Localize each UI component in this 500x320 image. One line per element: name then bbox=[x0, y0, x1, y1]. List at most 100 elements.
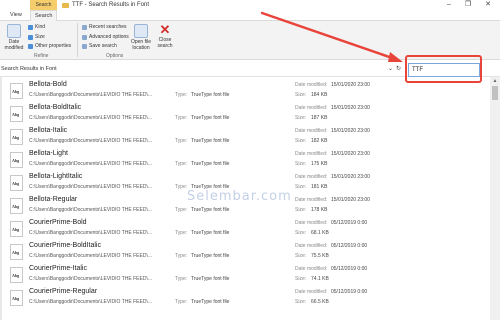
size-label: Size: bbox=[295, 161, 307, 167]
date-modified-label: Date modified: bbox=[295, 105, 328, 111]
date-modified-label: Date modified: bbox=[295, 128, 328, 134]
size-icon bbox=[28, 34, 33, 40]
advanced-options-button[interactable]: Advanced options bbox=[82, 34, 129, 40]
advanced-options-icon bbox=[82, 34, 87, 40]
scroll-up-icon[interactable]: ▲ bbox=[490, 77, 500, 85]
file-name[interactable]: Bellota-Light bbox=[29, 150, 68, 157]
file-size: 187 KB bbox=[311, 115, 328, 121]
file-name[interactable]: Bellota-Bold bbox=[29, 81, 67, 88]
file-size: 74.1 KB bbox=[311, 276, 329, 282]
size-label: Size: bbox=[295, 299, 307, 305]
other-properties-label: Other properties bbox=[35, 43, 72, 49]
file-path: C:\Users\Banggodir\Documents\LEVIDIO THE… bbox=[29, 276, 153, 282]
other-properties-icon bbox=[28, 43, 33, 49]
list-item[interactable]: CourierPrime-Bold C:\Users\Banggodir\Docu… bbox=[0, 218, 490, 240]
list-item[interactable]: Bellota-Bold C:\Users\Banggodir\Documents… bbox=[0, 80, 490, 102]
type-label: Type: bbox=[175, 207, 188, 213]
date-modified-label: Date modified: bbox=[295, 289, 328, 295]
list-item[interactable]: CourierPrime-Italic C:\Users\Banggodir\Do… bbox=[0, 264, 490, 286]
file-size: 175 KB bbox=[311, 161, 328, 167]
maximize-button[interactable]: ❐ bbox=[459, 0, 477, 10]
file-name[interactable]: Bellota-Italic bbox=[29, 127, 67, 134]
close-search-icon: ✕ bbox=[159, 22, 171, 37]
date-modified-label: Date modified: bbox=[295, 151, 328, 157]
file-size: 66.5 KB bbox=[311, 299, 329, 305]
title-bar: Search Tools TTF - Search Results in Fon… bbox=[0, 0, 500, 18]
file-type: TrueType font file bbox=[191, 230, 230, 236]
type-label: Type: bbox=[175, 253, 188, 259]
type-label: Type: bbox=[175, 276, 188, 282]
save-search-button[interactable]: Save search bbox=[82, 43, 117, 49]
file-name[interactable]: Bellota-Regular bbox=[29, 196, 77, 203]
file-date: 05/12/2019 0:00 bbox=[331, 243, 368, 249]
file-name[interactable]: CourierPrime-Italic bbox=[29, 265, 87, 272]
refresh-icon[interactable]: ↻ bbox=[396, 62, 401, 76]
file-name[interactable]: CourierPrime-Bold bbox=[29, 219, 87, 226]
font-file-icon bbox=[10, 129, 23, 145]
file-date: 15/01/2020 23:00 bbox=[331, 174, 370, 180]
size-label: Size: bbox=[295, 230, 307, 236]
save-search-label: Save search bbox=[89, 43, 117, 49]
file-type: TrueType font file bbox=[191, 207, 230, 213]
font-file-icon bbox=[10, 175, 23, 191]
kind-dropdown[interactable]: Kind bbox=[28, 24, 45, 30]
close-search-button[interactable]: ✕ Close search bbox=[153, 22, 177, 49]
font-file-icon bbox=[10, 267, 23, 283]
size-label: Size bbox=[35, 34, 45, 40]
list-item[interactable]: CourierPrime-BoldItalic C:\Users\Banggodi… bbox=[0, 241, 490, 263]
file-date: 05/12/2019 0:00 bbox=[331, 289, 368, 295]
file-date: 15/01/2020 23:00 bbox=[331, 105, 370, 111]
file-type: TrueType font file bbox=[191, 92, 230, 98]
file-name[interactable]: Bellota-BoldItalic bbox=[29, 104, 81, 111]
size-dropdown[interactable]: Size bbox=[28, 34, 45, 40]
file-size: 178 KB bbox=[311, 207, 328, 213]
options-group-label: Options bbox=[106, 53, 124, 59]
close-window-button[interactable]: ✕ bbox=[479, 0, 497, 10]
address-dropdown-icon[interactable]: ⌄ bbox=[388, 62, 393, 76]
file-type: TrueType font file bbox=[191, 115, 230, 121]
file-path: C:\Users\Banggodir\Documents\LEVIDIO THE… bbox=[29, 253, 153, 259]
address-path[interactable]: Search Results in Font bbox=[1, 62, 57, 76]
list-item[interactable]: Bellota-Italic C:\Users\Banggodir\Documen… bbox=[0, 126, 490, 148]
file-name[interactable]: CourierPrime-Regular bbox=[29, 288, 97, 295]
open-file-location-button[interactable]: Open file location bbox=[129, 24, 153, 51]
file-path: C:\Users\Banggodir\Documents\LEVIDIO THE… bbox=[29, 207, 153, 213]
open-file-location-label: Open file location bbox=[130, 39, 151, 51]
list-item[interactable]: CourierPrime-Regular C:\Users\Banggodir\D… bbox=[0, 287, 490, 309]
date-modified-label: Date modified: bbox=[295, 243, 328, 249]
size-label: Size: bbox=[295, 138, 307, 144]
search-tools-tab[interactable]: Search Tools bbox=[30, 0, 57, 18]
file-date: 15/01/2020 23:00 bbox=[331, 128, 370, 134]
watermark: Selembar.com bbox=[187, 189, 292, 204]
minimize-button[interactable]: – bbox=[440, 0, 458, 10]
vertical-scrollbar[interactable]: ▲ bbox=[490, 77, 500, 320]
file-type: TrueType font file bbox=[191, 276, 230, 282]
file-date: 05/12/2019 0:00 bbox=[331, 266, 368, 272]
file-type: TrueType font file bbox=[191, 253, 230, 259]
ribbon-tabs: View Search bbox=[0, 10, 500, 21]
type-label: Type: bbox=[175, 92, 188, 98]
type-label: Type: bbox=[175, 299, 188, 305]
file-path: C:\Users\Banggodir\Documents\LEVIDIO THE… bbox=[29, 92, 153, 98]
window-title-text: TTF - Search Results in Font bbox=[72, 2, 150, 8]
recent-searches-button[interactable]: Recent searches bbox=[82, 24, 127, 30]
file-name[interactable]: Bellota-LightItalic bbox=[29, 173, 82, 180]
file-path: C:\Users\Banggodir\Documents\LEVIDIO THE… bbox=[29, 115, 153, 121]
refine-group-label: Refine bbox=[34, 53, 49, 59]
kind-label: Kind bbox=[35, 24, 46, 30]
scroll-thumb[interactable] bbox=[492, 86, 498, 100]
file-type: TrueType font file bbox=[191, 138, 230, 144]
list-item[interactable]: Bellota-BoldItalic C:\Users\Banggodir\Doc… bbox=[0, 103, 490, 125]
file-path: C:\Users\Banggodir\Documents\LEVIDIO THE… bbox=[29, 138, 153, 144]
font-file-icon bbox=[10, 83, 23, 99]
other-properties-dropdown[interactable]: Other properties bbox=[28, 43, 71, 49]
date-modified-label: Date modified: bbox=[295, 82, 328, 88]
list-item[interactable]: Bellota-Light C:\Users\Banggodir\Document… bbox=[0, 149, 490, 171]
file-name[interactable]: CourierPrime-BoldItalic bbox=[29, 242, 101, 249]
type-label: Type: bbox=[175, 115, 188, 121]
date-modified-button[interactable]: Date modified bbox=[2, 24, 26, 51]
tab-view[interactable]: View bbox=[6, 10, 26, 20]
advanced-options-label: Advanced options bbox=[89, 34, 129, 40]
tab-search[interactable]: Search bbox=[30, 10, 58, 21]
size-label: Size: bbox=[295, 115, 307, 121]
